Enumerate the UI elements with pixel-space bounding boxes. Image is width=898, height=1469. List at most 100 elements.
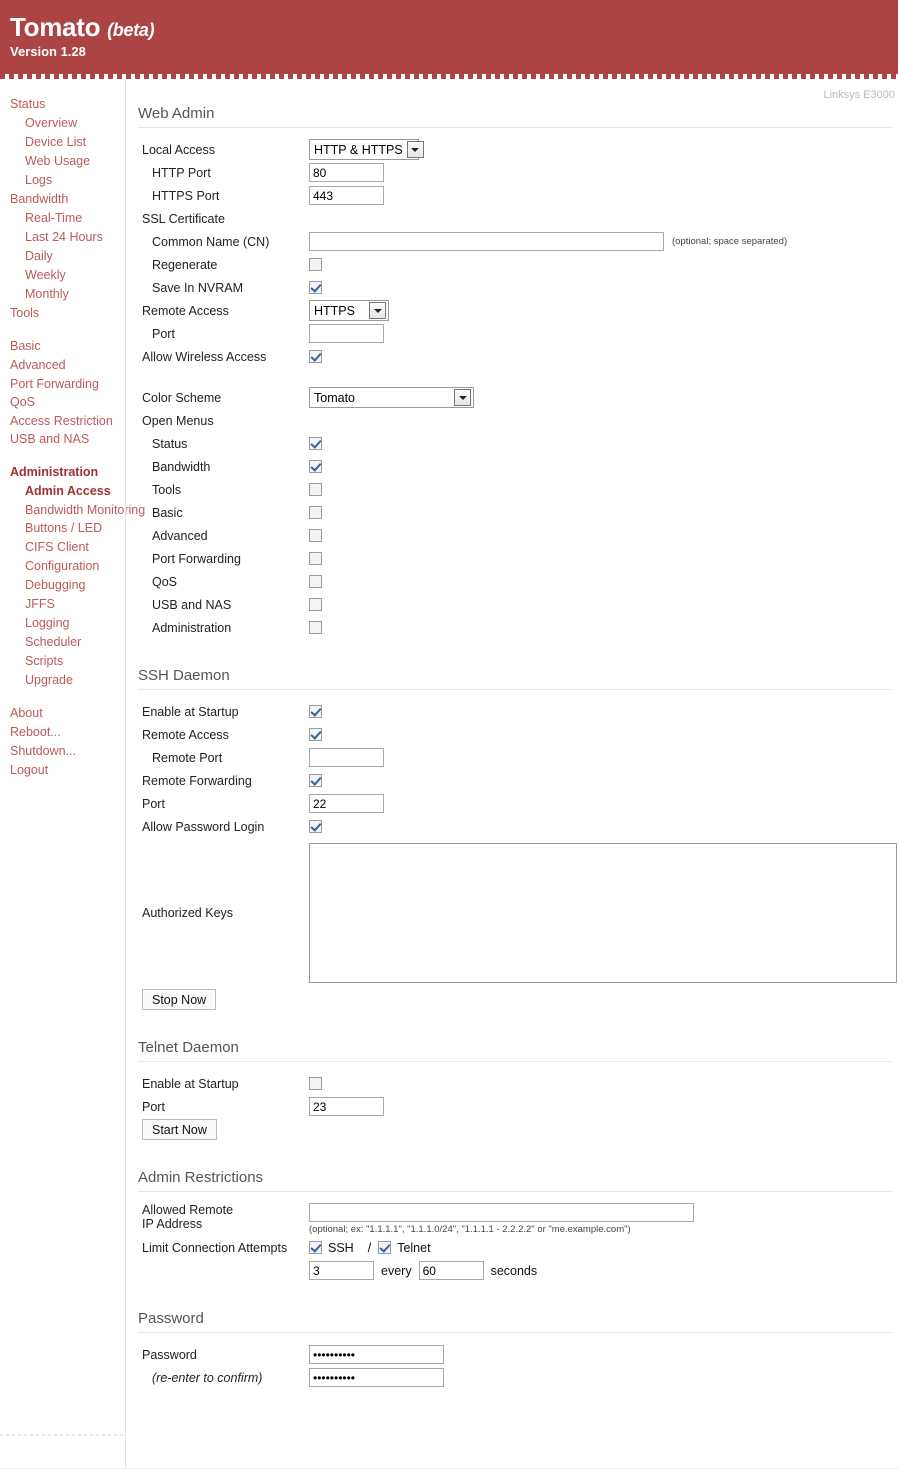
ssh-remote-port-input[interactable] — [309, 748, 384, 767]
open-menu-checkbox-port-forwarding[interactable] — [309, 552, 322, 565]
row-open-menu-basic: Basic — [134, 501, 897, 524]
row-open-menu-tools: Tools — [134, 478, 897, 501]
limit-telnet-checkbox[interactable] — [378, 1241, 392, 1254]
telnet-port-input[interactable] — [309, 1097, 384, 1116]
sidebar-item-real-time[interactable]: Real-Time — [10, 209, 125, 228]
sidebar-item-admin-access[interactable]: Admin Access — [10, 482, 125, 501]
row-regenerate: Regenerate — [134, 253, 897, 276]
sidebar-item-bandwidth[interactable]: Bandwidth — [10, 190, 125, 209]
telnet-port-label: Port — [142, 1099, 165, 1114]
sidebar-item-daily[interactable]: Daily — [10, 247, 125, 266]
sidebar-item-configuration[interactable]: Configuration — [10, 557, 125, 576]
password-input[interactable] — [309, 1345, 444, 1364]
section-admin-restrictions-title: Admin Restrictions — [138, 1167, 893, 1192]
authorized-keys-textarea[interactable] — [309, 843, 897, 983]
sidebar-item-logging[interactable]: Logging — [10, 614, 125, 633]
sidebar-item-cifs-client[interactable]: CIFS Client — [10, 538, 125, 557]
ssh-remote-forwarding-checkbox[interactable] — [309, 774, 322, 787]
row-https-port: HTTPS Port — [134, 184, 897, 207]
limit-telnet-label: Telnet — [397, 1240, 431, 1255]
common-name-input[interactable] — [309, 232, 664, 251]
limit-seconds-input[interactable] — [418, 1261, 484, 1280]
open-menu-label-qos: QoS — [152, 574, 178, 589]
allowed-ip-input[interactable] — [309, 1203, 694, 1222]
allow-wireless-checkbox[interactable] — [309, 350, 322, 363]
open-menu-label-administration: Administration — [152, 620, 232, 635]
sidebar-item-about[interactable]: About — [10, 704, 125, 723]
row-limit-connection-attempts: Limit Connection Attempts SSH / Telnet — [134, 1236, 897, 1259]
regenerate-checkbox[interactable] — [309, 258, 322, 271]
open-menu-label-tools: Tools — [152, 482, 182, 497]
sidebar-item-scripts[interactable]: Scripts — [10, 652, 125, 671]
open-menu-checkbox-qos[interactable] — [309, 575, 322, 588]
telnet-enable-checkbox[interactable] — [309, 1077, 322, 1090]
row-telnet-enable: Enable at Startup — [134, 1072, 897, 1095]
sidebar-item-buttons-led[interactable]: Buttons / LED — [10, 519, 125, 538]
sidebar-item-web-usage[interactable]: Web Usage — [10, 152, 125, 171]
limit-ssh-label: SSH — [328, 1240, 354, 1255]
sidebar-item-logs[interactable]: Logs — [10, 171, 125, 190]
ssh-enable-checkbox[interactable] — [309, 705, 322, 718]
http-port-input[interactable] — [309, 163, 384, 182]
limit-attempts-input[interactable] — [309, 1261, 374, 1280]
local-access-select[interactable]: HTTP & HTTPS — [309, 139, 424, 160]
open-menu-checkbox-tools[interactable] — [309, 483, 322, 496]
sidebar-item-upgrade[interactable]: Upgrade — [10, 671, 125, 690]
ssh-allow-password-label: Allow Password Login — [142, 819, 265, 834]
sidebar-item-last-24-hours[interactable]: Last 24 Hours — [10, 228, 125, 247]
sidebar-item-weekly[interactable]: Weekly — [10, 266, 125, 285]
sidebar-item-administration[interactable]: Administration — [10, 463, 125, 482]
sidebar-item-overview[interactable]: Overview — [10, 114, 125, 133]
common-name-hint: (optional; space separated) — [672, 236, 788, 247]
section-ssh-daemon-title: SSH Daemon — [138, 665, 893, 690]
sidebar-item-access-restriction[interactable]: Access Restriction — [10, 412, 125, 430]
open-menu-label-status: Status — [152, 436, 188, 451]
open-menu-label-port-forwarding: Port Forwarding — [152, 551, 241, 566]
sidebar-item-status[interactable]: Status — [10, 95, 125, 114]
sidebar-item-scheduler[interactable]: Scheduler — [10, 633, 125, 652]
password-confirm-input[interactable] — [309, 1368, 444, 1387]
password-confirm-label: (re-enter to confirm) — [152, 1370, 263, 1385]
sidebar-item-shutdown[interactable]: Shutdown... — [10, 742, 125, 761]
sidebar-item-tools[interactable]: Tools — [10, 304, 125, 323]
open-menu-checkbox-bandwidth[interactable] — [309, 460, 322, 473]
sidebar-item-device-list[interactable]: Device List — [10, 133, 125, 152]
settings-form: Web Admin Local Access HTTP & HTTPS HTTP… — [126, 103, 898, 1389]
save-nvram-checkbox[interactable] — [309, 281, 322, 294]
save-nvram-label: Save In NVRAM — [152, 280, 244, 295]
color-scheme-select[interactable]: Tomato — [309, 387, 474, 408]
ssh-remote-access-checkbox[interactable] — [309, 728, 322, 741]
sidebar-item-logout[interactable]: Logout — [10, 761, 125, 780]
open-menu-checkbox-status[interactable] — [309, 437, 322, 450]
row-open-menu-qos: QoS — [134, 570, 897, 593]
open-menu-checkbox-usb-and-nas[interactable] — [309, 598, 322, 611]
sidebar-item-bandwidth-monitoring[interactable]: Bandwidth Monitoring — [10, 501, 145, 519]
limit-every-label: every — [381, 1263, 412, 1278]
stop-now-button[interactable]: Stop Now — [142, 989, 217, 1010]
sidebar-item-advanced[interactable]: Advanced — [10, 356, 125, 375]
sidebar-item-debugging[interactable]: Debugging — [10, 576, 125, 595]
sidebar-item-port-forwarding[interactable]: Port Forwarding — [10, 375, 125, 393]
open-menu-checkbox-administration[interactable] — [309, 621, 322, 634]
content-column: Linksys E3000 Web Admin Local Access HTT… — [125, 79, 898, 1469]
allowed-ip-label-line1: Allowed Remote — [142, 1203, 234, 1217]
remote-access-select[interactable]: HTTPS — [309, 300, 389, 321]
limit-ssh-checkbox[interactable] — [309, 1241, 322, 1254]
page-title: Tomato (beta) — [10, 13, 898, 41]
open-menu-checkbox-basic[interactable] — [309, 506, 322, 519]
open-menu-checkbox-advanced[interactable] — [309, 529, 322, 542]
ssh-allow-password-checkbox[interactable] — [309, 820, 322, 833]
sidebar-item-monthly[interactable]: Monthly — [10, 285, 125, 304]
sidebar-item-qos[interactable]: QoS — [10, 393, 125, 412]
remote-port-input[interactable] — [309, 324, 384, 343]
start-now-button[interactable]: Start Now — [142, 1119, 217, 1140]
sidebar-item-reboot[interactable]: Reboot... — [10, 723, 125, 742]
ssh-port-input[interactable] — [309, 794, 384, 813]
limit-seconds-label: seconds — [490, 1263, 538, 1278]
sidebar-item-basic[interactable]: Basic — [10, 337, 125, 356]
sidebar-item-jffs[interactable]: JFFS — [10, 595, 125, 614]
https-port-input[interactable] — [309, 186, 384, 205]
sidebar-item-usb-and-nas[interactable]: USB and NAS — [10, 430, 125, 449]
